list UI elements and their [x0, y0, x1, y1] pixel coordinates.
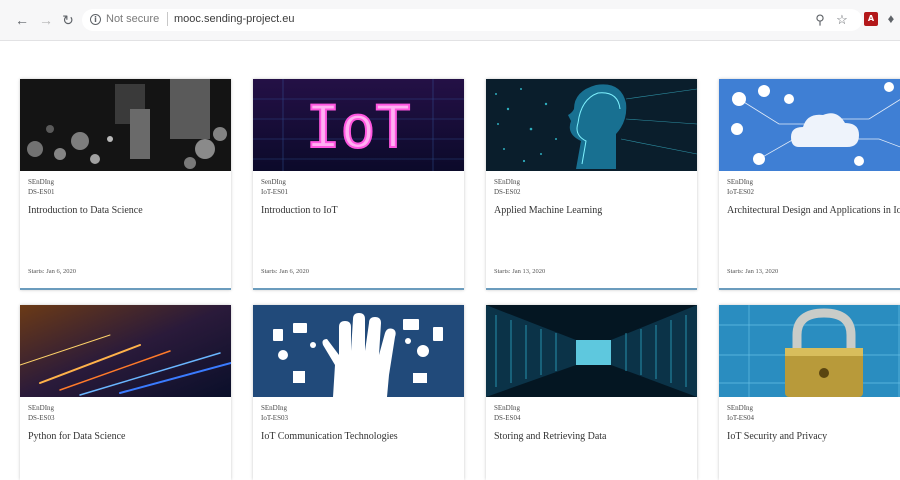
course-title[interactable]: IoT Communication Technologies: [261, 431, 466, 442]
course-start-date: Starts: Jan 13, 2020: [727, 268, 779, 275]
course-title[interactable]: Architectural Design and Applications in…: [727, 205, 900, 216]
course-start-date: Starts: Jan 6, 2020: [261, 268, 310, 275]
course-org: SEnDIng: [494, 178, 521, 186]
course-thumbnail-padlock[interactable]: [719, 305, 900, 397]
course-card[interactable]: SEnDIng IoT-ES04 IoT Security and Privac…: [719, 305, 900, 480]
course-start-date: Starts: Jan 13, 2020: [494, 268, 546, 275]
course-code: DS-ES04: [494, 414, 521, 422]
address-separator: [167, 12, 168, 26]
course-code: DS-ES01: [28, 188, 55, 196]
course-code: IoT-ES03: [261, 414, 288, 422]
info-icon[interactable]: i: [90, 14, 101, 25]
zoom-icon[interactable]: ⚲: [812, 12, 828, 28]
security-label: Not secure: [106, 13, 160, 25]
course-title[interactable]: Introduction to Data Science: [28, 205, 233, 216]
puzzle-extension-icon[interactable]: ♦: [884, 12, 898, 26]
course-title[interactable]: Introduction to IoT: [261, 205, 466, 216]
back-arrow-icon[interactable]: ←: [14, 12, 30, 28]
course-card[interactable]: SEnDIng IoT-ES02 Architectural Design an…: [719, 79, 900, 290]
course-thumbnail-iot[interactable]: IoT: [253, 79, 464, 171]
course-code: DS-ES03: [28, 414, 55, 422]
reload-icon[interactable]: ↻: [60, 12, 76, 28]
course-code: IoT-ES04: [727, 414, 754, 422]
url-text[interactable]: mooc.sending-project.eu: [174, 13, 294, 25]
course-org: SEnDIng: [494, 404, 521, 412]
forward-arrow-icon[interactable]: →: [38, 12, 54, 28]
address-bar[interactable]: i Not secure mooc.sending-project.eu ⚲ ☆: [82, 9, 862, 31]
course-thumbnail-hand-devices[interactable]: [253, 305, 464, 397]
course-org: SEnDIng: [261, 404, 288, 412]
course-org: SEnDIng: [727, 404, 754, 412]
course-org: SEnDIng: [28, 178, 55, 186]
course-code: IoT-ES01: [261, 188, 288, 196]
course-thumbnail-digital-head[interactable]: [486, 79, 697, 171]
pdf-extension-icon[interactable]: A: [864, 12, 878, 26]
course-code: IoT-ES02: [727, 188, 754, 196]
course-thumbnail-cloud-network[interactable]: [719, 79, 900, 171]
course-card[interactable]: SEnDIng IoT-ES03 IoT Communication Techn…: [253, 305, 464, 480]
course-org: SEnDIng: [28, 404, 55, 412]
course-title[interactable]: Python for Data Science: [28, 431, 233, 442]
browser-toolbar: ← → ↻ i Not secure mooc.sending-project.…: [0, 0, 900, 41]
course-thumbnail-data-center[interactable]: [486, 305, 697, 397]
course-title[interactable]: Storing and Retrieving Data: [494, 431, 699, 442]
course-code: DS-ES02: [494, 188, 521, 196]
course-start-date: Starts: Jan 6, 2020: [28, 268, 77, 275]
course-thumbnail-city-lights[interactable]: [20, 79, 231, 171]
course-card[interactable]: IoT SenDIng IoT-ES01 Introduction to IoT…: [253, 79, 464, 290]
course-title[interactable]: Applied Machine Learning: [494, 205, 699, 216]
course-org: SEnDIng: [727, 178, 754, 186]
iot-sign-text: IoT: [306, 93, 411, 161]
course-card[interactable]: SEnDIng DS-ES03 Python for Data Science: [20, 305, 231, 480]
star-icon[interactable]: ☆: [834, 12, 850, 28]
course-org: SenDIng: [261, 178, 286, 186]
course-card[interactable]: SEnDIng DS-ES04 Storing and Retrieving D…: [486, 305, 697, 480]
course-thumbnail-light-streaks[interactable]: [20, 305, 231, 397]
course-card[interactable]: SEnDIng DS-ES01 Introduction to Data Sci…: [20, 79, 231, 290]
course-card[interactable]: SEnDIng DS-ES02 Applied Machine Learning…: [486, 79, 697, 290]
course-title[interactable]: IoT Security and Privacy: [727, 431, 900, 442]
